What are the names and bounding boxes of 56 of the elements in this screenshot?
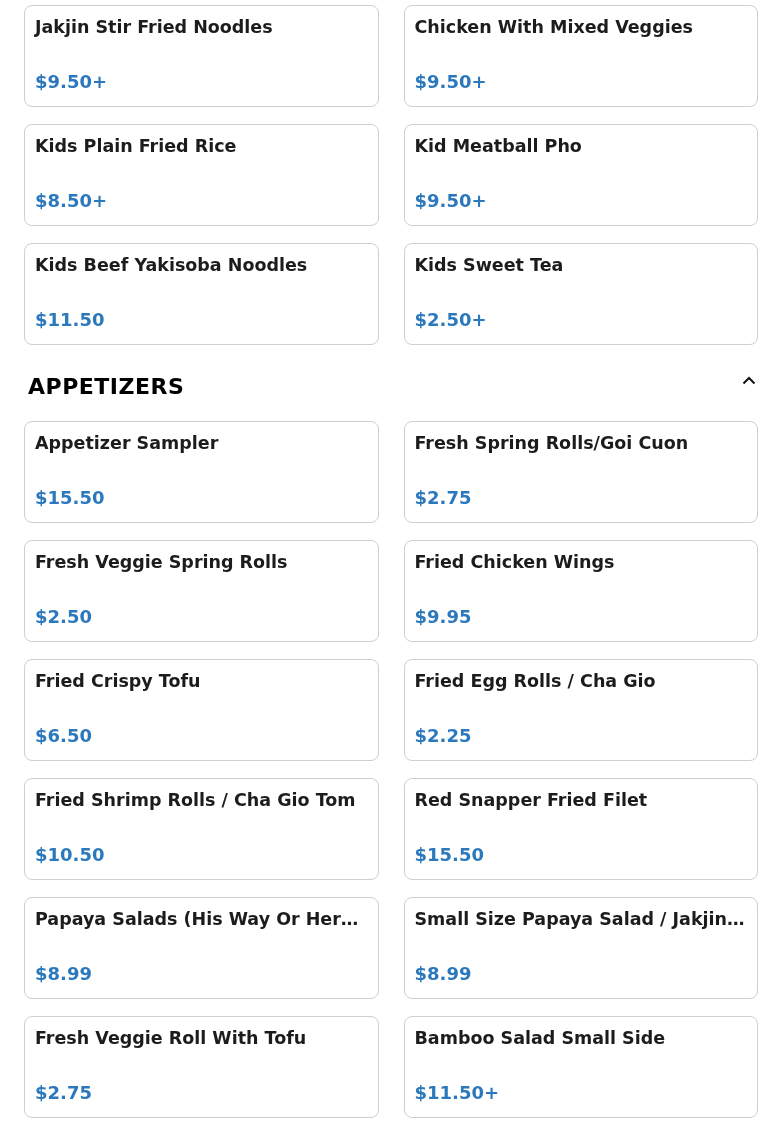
menu-item-card[interactable]: Fried Chicken Wings $9.95 bbox=[403, 540, 758, 642]
item-name: Chicken With Mixed Veggies bbox=[414, 16, 694, 38]
menu-item-card[interactable]: Fresh Spring Rolls/Goi Cuon $2.75 bbox=[403, 421, 758, 523]
menu-item-card[interactable]: Fried Egg Rolls / Cha Gio $2.25 bbox=[403, 659, 758, 761]
item-price: $6.50 bbox=[35, 725, 93, 747]
menu-item-card[interactable]: Fresh Veggie Spring Rolls $2.50 bbox=[24, 540, 379, 642]
menu-item-card[interactable]: Chicken With Mixed Veggies $9.50+ bbox=[403, 5, 758, 107]
item-name: Appetizer Sampler bbox=[35, 432, 220, 454]
item-name: Kids Beef Yakisoba Noodles bbox=[35, 254, 309, 276]
menu-item-card[interactable]: Bamboo Salad Small Side $11.50+ bbox=[403, 1016, 758, 1118]
item-price: $8.99 bbox=[414, 963, 473, 985]
menu-item-card[interactable]: Appetizer Sampler $15.50 bbox=[24, 421, 379, 523]
item-price: $11.50+ bbox=[414, 1082, 501, 1104]
item-price: $8.99 bbox=[35, 963, 93, 985]
menu-item-card[interactable]: Small Size Papaya Salad / Jakjin… $8.99 bbox=[403, 897, 758, 999]
section-title: APPETIZERS bbox=[28, 373, 185, 401]
menu-item-card[interactable]: Fried Shrimp Rolls / Cha Gio Tom $10.50 bbox=[24, 778, 379, 880]
item-price: $2.75 bbox=[414, 487, 473, 509]
item-name: Kids Sweet Tea bbox=[414, 254, 565, 276]
item-price: $15.50 bbox=[35, 487, 106, 509]
item-name: Fried Shrimp Rolls / Cha Gio Tom bbox=[35, 789, 357, 811]
item-price: $2.75 bbox=[35, 1082, 93, 1104]
item-name: Fresh Spring Rolls/Goi Cuon bbox=[414, 432, 690, 454]
menu-item-card[interactable]: Fresh Veggie Roll With Tofu $2.75 bbox=[24, 1016, 379, 1118]
menu-item-card[interactable]: Kids Plain Fried Rice $8.50+ bbox=[24, 124, 379, 226]
item-name: Papaya Salads (His Way Or Her… bbox=[35, 908, 360, 930]
item-name: Kid Meatball Pho bbox=[414, 135, 583, 157]
item-name: Bamboo Salad Small Side bbox=[414, 1027, 667, 1049]
menu-item-card[interactable]: Jakjin Stir Fried Noodles $9.50+ bbox=[24, 5, 379, 107]
item-name: Fried Chicken Wings bbox=[414, 551, 616, 573]
menu-item-card[interactable]: Kids Beef Yakisoba Noodles $11.50 bbox=[24, 243, 379, 345]
menu-item-card[interactable]: Fried Crispy Tofu $6.50 bbox=[24, 659, 379, 761]
item-price: $11.50 bbox=[35, 309, 106, 331]
item-price: $9.50+ bbox=[35, 71, 109, 93]
item-price: $9.50+ bbox=[414, 190, 488, 212]
item-name: Fried Crispy Tofu bbox=[35, 670, 202, 692]
item-price: $10.50 bbox=[35, 844, 106, 866]
item-price: $9.50+ bbox=[414, 71, 488, 93]
item-price: $2.25 bbox=[414, 725, 473, 747]
menu-item-card[interactable]: Papaya Salads (His Way Or Her… $8.99 bbox=[24, 897, 379, 999]
menu-item-card[interactable]: Kid Meatball Pho $9.50+ bbox=[403, 124, 758, 226]
item-price: $2.50 bbox=[35, 606, 93, 628]
item-price: $15.50 bbox=[414, 844, 485, 866]
item-name: Small Size Papaya Salad / Jakjin… bbox=[414, 908, 746, 930]
item-name: Fresh Veggie Roll With Tofu bbox=[35, 1027, 308, 1049]
item-name: Jakjin Stir Fried Noodles bbox=[35, 16, 274, 38]
menu-item-card[interactable]: Kids Sweet Tea $2.50+ bbox=[403, 243, 758, 345]
item-name: Fresh Veggie Spring Rolls bbox=[35, 551, 289, 573]
menu-item-card[interactable]: Red Snapper Fried Filet $15.50 bbox=[403, 778, 758, 880]
item-name: Kids Plain Fried Rice bbox=[35, 135, 238, 157]
item-name: Red Snapper Fried Filet bbox=[414, 789, 649, 811]
item-price: $9.95 bbox=[414, 606, 473, 628]
item-name: Fried Egg Rolls / Cha Gio bbox=[414, 670, 657, 692]
item-price: $2.50+ bbox=[414, 309, 488, 331]
item-price: $8.50+ bbox=[35, 190, 109, 212]
chevron-up-icon[interactable] bbox=[742, 376, 756, 385]
